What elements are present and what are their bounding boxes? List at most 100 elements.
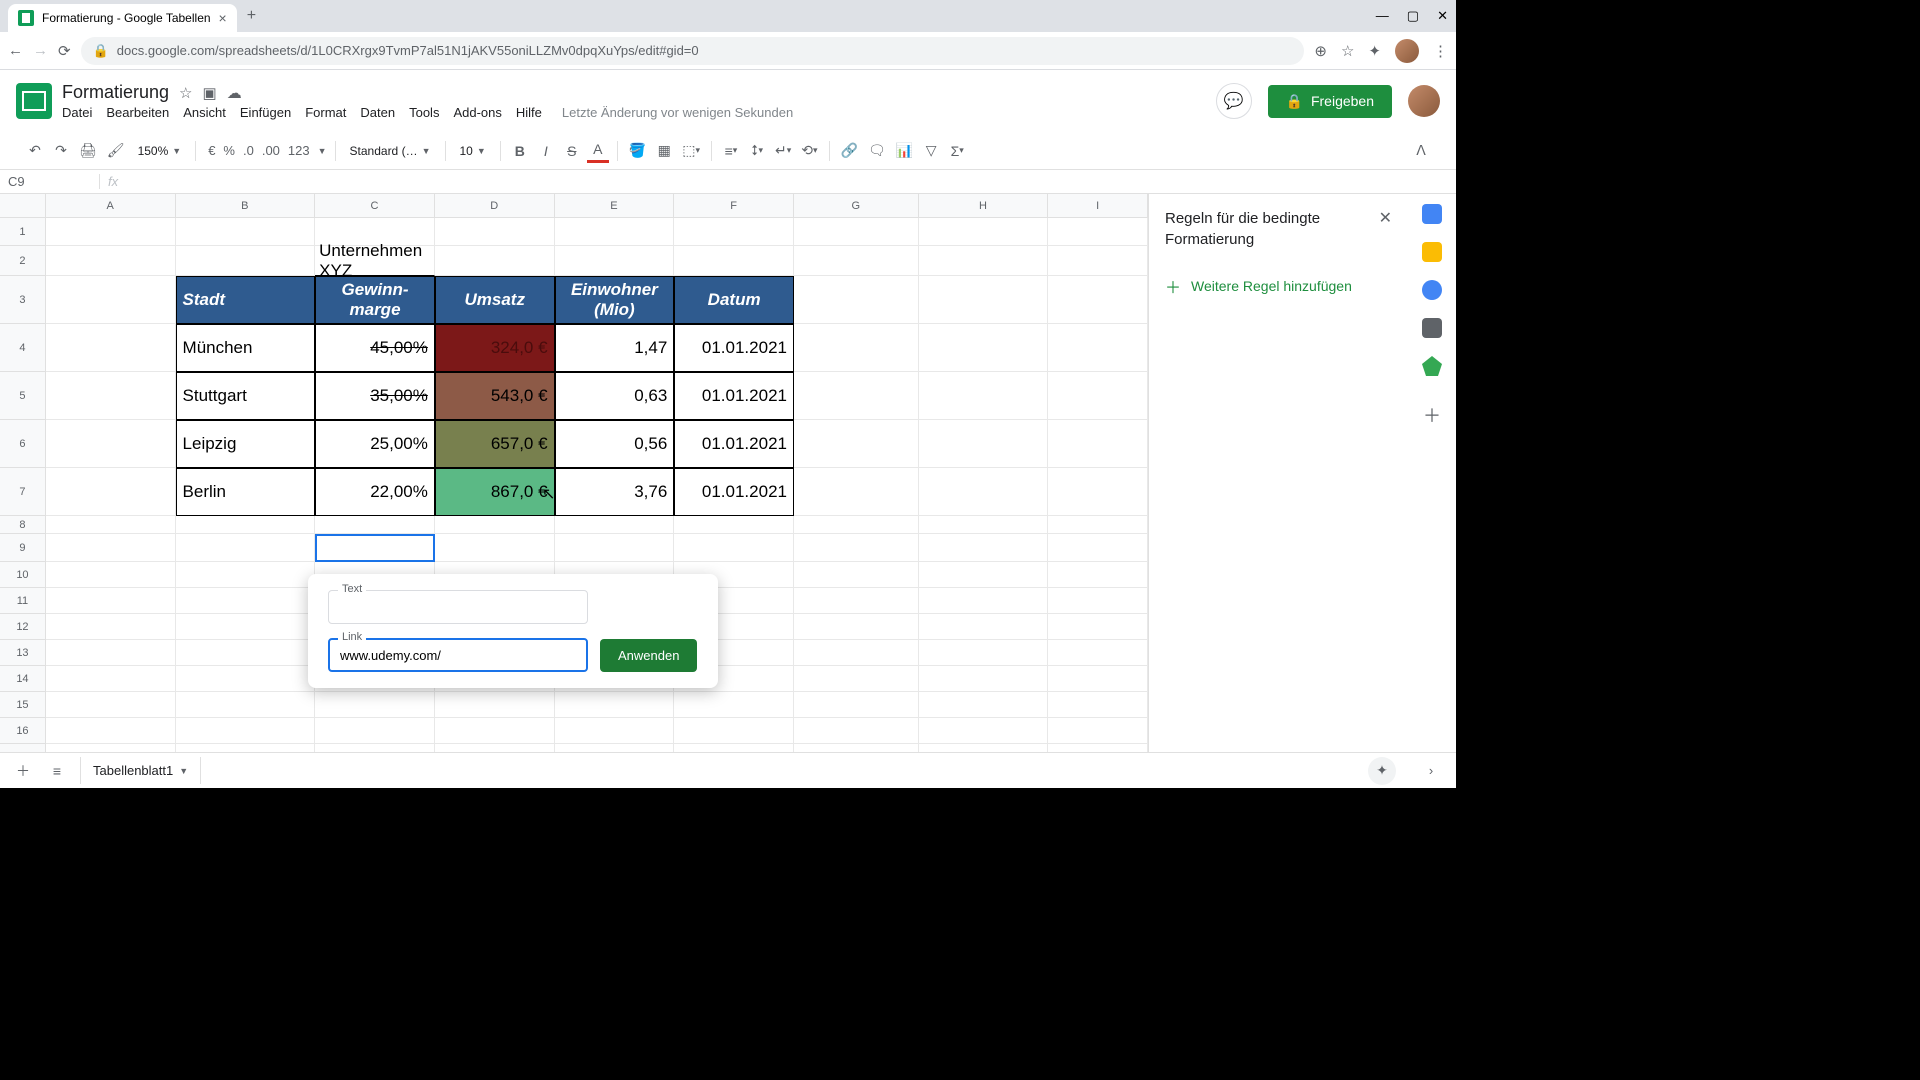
menu-einfügen[interactable]: Einfügen xyxy=(240,105,291,120)
cell[interactable] xyxy=(176,666,316,692)
active-cell[interactable] xyxy=(315,534,435,562)
cell[interactable] xyxy=(794,246,919,276)
menu-hilfe[interactable]: Hilfe xyxy=(516,105,542,120)
row-header[interactable]: 10 xyxy=(0,562,46,588)
apply-link-button[interactable]: Anwenden xyxy=(600,639,697,672)
cell[interactable] xyxy=(919,640,1049,666)
cell[interactable] xyxy=(674,718,794,744)
v-align-button[interactable]: ⭥▾ xyxy=(746,139,768,163)
cell[interactable] xyxy=(46,614,176,640)
table-header[interactable]: Umsatz xyxy=(435,276,555,324)
add-rule-button[interactable]: ＋ Weitere Regel hinzufügen xyxy=(1149,264,1408,308)
cell[interactable] xyxy=(555,692,675,718)
zoom-icon[interactable]: ⊕ xyxy=(1314,42,1327,60)
cell[interactable] xyxy=(46,692,176,718)
cell[interactable] xyxy=(1048,276,1148,324)
wrap-button[interactable]: ↵▾ xyxy=(772,139,794,163)
cell[interactable] xyxy=(46,744,176,752)
table-header[interactable]: Datum xyxy=(674,276,794,324)
row-header[interactable]: 6 xyxy=(0,420,46,468)
row-header[interactable]: 1 xyxy=(0,218,46,246)
dlg-link-input[interactable] xyxy=(328,638,588,672)
more-formats-dd[interactable]: ▼ xyxy=(318,146,327,156)
select-all-corner[interactable] xyxy=(0,194,46,218)
col-header-A[interactable]: A xyxy=(46,194,176,218)
cell[interactable] xyxy=(1048,640,1148,666)
cell[interactable] xyxy=(176,614,316,640)
paint-format-button[interactable]: 🖌 xyxy=(104,139,128,163)
forward-button[interactable]: → xyxy=(33,42,48,59)
cell[interactable] xyxy=(46,534,176,562)
cell[interactable] xyxy=(674,534,794,562)
cell[interactable] xyxy=(46,640,176,666)
cell[interactable] xyxy=(176,246,316,276)
cell[interactable] xyxy=(794,276,919,324)
dlg-text-input[interactable] xyxy=(328,590,588,624)
cell[interactable] xyxy=(1048,246,1148,276)
cell-stadt[interactable]: Stuttgart xyxy=(176,372,316,420)
cell[interactable] xyxy=(1048,666,1148,692)
spreadsheet-grid[interactable]: ABCDEFGHI 12Unternehmen XYZ3StadtGewinn-… xyxy=(0,194,1148,752)
cell[interactable] xyxy=(919,666,1049,692)
table-header[interactable]: Einwohner (Mio) xyxy=(555,276,675,324)
cell[interactable] xyxy=(435,246,555,276)
cell-marge[interactable]: 22,00% xyxy=(315,468,435,516)
cell[interactable] xyxy=(919,718,1049,744)
document-title[interactable]: Formatierung xyxy=(62,82,169,103)
cell[interactable] xyxy=(46,588,176,614)
cell-marge[interactable]: 45,00% xyxy=(315,324,435,372)
cell[interactable] xyxy=(794,516,919,534)
keep-icon[interactable] xyxy=(1422,242,1442,262)
browser-tab[interactable]: Formatierung - Google Tabellen × xyxy=(8,4,237,32)
cell[interactable] xyxy=(794,640,919,666)
cell[interactable] xyxy=(46,372,176,420)
format-.0-button[interactable]: .0 xyxy=(239,143,258,158)
cell[interactable] xyxy=(176,534,316,562)
cell[interactable] xyxy=(555,744,675,752)
cell[interactable] xyxy=(176,744,316,752)
cell[interactable] xyxy=(794,666,919,692)
cell[interactable] xyxy=(919,218,1049,246)
all-sheets-button[interactable]: ≡ xyxy=(46,759,68,783)
cell[interactable] xyxy=(176,588,316,614)
cell[interactable] xyxy=(674,516,794,534)
cell[interactable] xyxy=(176,218,316,246)
menu-add-ons[interactable]: Add-ons xyxy=(453,105,501,120)
chrome-menu-icon[interactable]: ⋮ xyxy=(1433,42,1448,60)
cell[interactable] xyxy=(794,744,919,752)
cell-einwohner[interactable]: 3,76 xyxy=(555,468,675,516)
last-edit-text[interactable]: Letzte Änderung vor wenigen Sekunden xyxy=(562,105,793,120)
row-header[interactable]: 16 xyxy=(0,718,46,744)
col-header-E[interactable]: E xyxy=(555,194,675,218)
cell[interactable] xyxy=(315,516,435,534)
cell[interactable] xyxy=(794,468,919,516)
cell[interactable] xyxy=(1048,614,1148,640)
sheets-logo-icon[interactable] xyxy=(16,83,52,119)
profile-avatar-icon[interactable] xyxy=(1395,39,1419,63)
cell[interactable] xyxy=(1048,744,1148,752)
cell[interactable] xyxy=(919,246,1049,276)
cell-stadt[interactable]: München xyxy=(176,324,316,372)
cell[interactable] xyxy=(315,692,435,718)
cell[interactable] xyxy=(919,324,1049,372)
panel-close-icon[interactable]: ✕ xyxy=(1379,208,1392,228)
cell[interactable] xyxy=(674,246,794,276)
cell[interactable] xyxy=(919,420,1049,468)
cell-stadt[interactable]: Leipzig xyxy=(176,420,316,468)
col-header-D[interactable]: D xyxy=(435,194,555,218)
reload-button[interactable]: ⟳ xyxy=(58,42,71,60)
cell-einwohner[interactable]: 0,56 xyxy=(555,420,675,468)
cell-datum[interactable]: 01.01.2021 xyxy=(674,372,794,420)
menu-bearbeiten[interactable]: Bearbeiten xyxy=(106,105,169,120)
row-header[interactable]: 14 xyxy=(0,666,46,692)
cell[interactable] xyxy=(919,372,1049,420)
sheet-tab-menu-icon[interactable]: ▼ xyxy=(179,766,188,776)
format-123-button[interactable]: 123 xyxy=(284,143,314,158)
tasks-icon[interactable] xyxy=(1422,280,1442,300)
cell[interactable] xyxy=(919,692,1049,718)
cell[interactable] xyxy=(1048,516,1148,534)
cell[interactable] xyxy=(919,588,1049,614)
row-header[interactable]: 11 xyxy=(0,588,46,614)
functions-button[interactable]: Σ▾ xyxy=(946,139,968,163)
cell[interactable] xyxy=(919,516,1049,534)
